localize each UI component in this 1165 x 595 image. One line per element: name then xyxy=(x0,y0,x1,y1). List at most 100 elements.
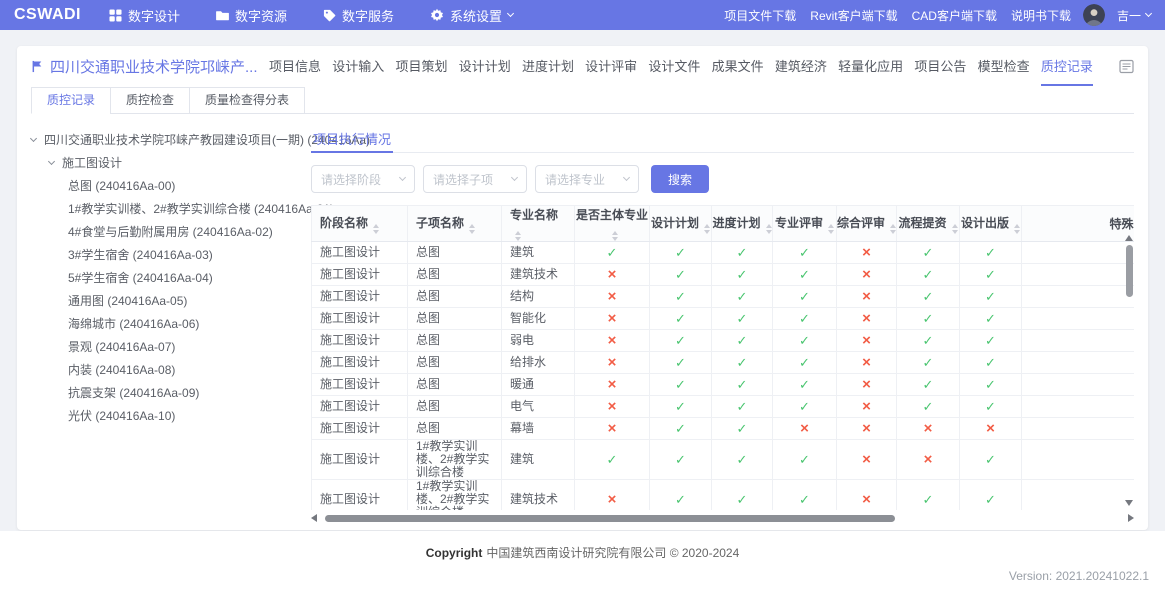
status-cell: ✓ xyxy=(897,396,960,418)
filter-select[interactable]: 请选择专业 xyxy=(535,165,639,193)
vertical-scroll-thumb[interactable] xyxy=(1126,245,1133,297)
filter-select[interactable]: 请选择子项 xyxy=(423,165,527,193)
column-header-流程提资[interactable]: 流程提资 xyxy=(897,206,960,242)
check-icon: ✓ xyxy=(799,355,810,370)
status-cell: ✓ xyxy=(650,286,712,308)
tree-node-leaf[interactable]: 5#学生宿舍 (240416Aa-04) xyxy=(31,266,311,289)
scroll-right-icon[interactable] xyxy=(1128,514,1134,522)
horizontal-scrollbar[interactable] xyxy=(311,512,1134,524)
scroll-left-icon[interactable] xyxy=(311,514,317,522)
tree-node-leaf[interactable]: 1#教学实训楼、2#教学实训综合楼 (240416Aa-01) xyxy=(31,197,311,220)
tree-node-leaf[interactable]: 内装 (240416Aa-08) xyxy=(31,358,311,381)
tab-设计文件[interactable]: 设计文件 xyxy=(648,46,700,86)
cell-major: 给排水 xyxy=(502,352,575,374)
status-cell xyxy=(1022,374,1135,396)
sort-icon[interactable] xyxy=(890,224,896,234)
user-avatar[interactable] xyxy=(1083,4,1105,26)
tree-node-stage[interactable]: 施工图设计 xyxy=(31,151,311,174)
column-header-特殊[interactable]: 特殊 xyxy=(1022,206,1135,242)
tab-轻量化应用[interactable]: 轻量化应用 xyxy=(838,46,903,86)
tree-expand-icon[interactable] xyxy=(30,134,37,141)
tab-项目策划[interactable]: 项目策划 xyxy=(395,46,447,86)
tree-node-leaf[interactable]: 通用图 (240416Aa-05) xyxy=(31,289,311,312)
column-header-进度计划[interactable]: 进度计划 xyxy=(712,206,773,242)
status-cell: ✓ xyxy=(712,352,773,374)
user-menu[interactable]: 吉一 xyxy=(1117,7,1151,24)
table-row: 施工图设计1#教学实训楼、2#教学实训综合楼建筑技术×✓✓✓×✓✓ xyxy=(312,480,1135,511)
menu-item-数字设计[interactable]: 数字设计 xyxy=(109,6,180,25)
column-header-子项名称[interactable]: 子项名称 xyxy=(408,206,502,242)
tree-node-leaf[interactable]: 海绵城市 (240416Aa-06) xyxy=(31,312,311,335)
tab-模型检查[interactable]: 模型检查 xyxy=(978,46,1030,86)
column-header-综合评审[interactable]: 综合评审 xyxy=(837,206,897,242)
link-说明书下载[interactable]: 说明书下载 xyxy=(1011,7,1071,24)
tab-项目信息[interactable]: 项目信息 xyxy=(269,46,321,86)
tree-node-leaf[interactable]: 光伏 (240416Aa-10) xyxy=(31,404,311,427)
tree-node-leaf[interactable]: 4#食堂与后勤附属用房 (240416Aa-02) xyxy=(31,220,311,243)
subtab-质控记录[interactable]: 质控记录 xyxy=(31,87,111,114)
tab-project-execution[interactable]: 项目执行情况 xyxy=(311,126,393,153)
column-header-专业名称[interactable]: 专业名称 xyxy=(502,206,575,242)
sort-icon[interactable] xyxy=(612,231,618,241)
tab-建筑经济[interactable]: 建筑经济 xyxy=(775,46,827,86)
tree-node-leaf[interactable]: 抗震支架 (240416Aa-09) xyxy=(31,381,311,404)
search-button[interactable]: 搜索 xyxy=(651,165,709,193)
column-header-设计出版[interactable]: 设计出版 xyxy=(960,206,1022,242)
tree-node-root[interactable]: 四川交通职业技术学院邛崃产教园建设项目(一期) (240416Aa) xyxy=(31,128,311,151)
column-header-设计计划[interactable]: 设计计划 xyxy=(650,206,712,242)
check-icon: ✓ xyxy=(737,245,748,260)
column-header-阶段名称[interactable]: 阶段名称 xyxy=(312,206,408,242)
status-cell: ✓ xyxy=(712,374,773,396)
table-row: 施工图设计总图电气×✓✓✓×✓✓ xyxy=(312,396,1135,418)
status-cell: ✓ xyxy=(712,308,773,330)
tab-进度计划[interactable]: 进度计划 xyxy=(522,46,574,86)
sort-asc-icon xyxy=(1014,224,1020,228)
sort-icon[interactable] xyxy=(515,231,521,241)
cell-stage: 施工图设计 xyxy=(312,286,408,308)
status-cell: ✓ xyxy=(897,352,960,374)
tab-设计评审[interactable]: 设计评审 xyxy=(585,46,637,86)
subtab-质量检查得分表[interactable]: 质量检查得分表 xyxy=(189,87,305,114)
sort-icon[interactable] xyxy=(766,224,772,234)
tree-node-leaf[interactable]: 总图 (240416Aa-00) xyxy=(31,174,311,197)
status-cell: ✓ xyxy=(960,374,1022,396)
link-项目文件下载[interactable]: 项目文件下载 xyxy=(724,7,796,24)
column-header-是否主体专业[interactable]: 是否主体专业 xyxy=(575,206,650,242)
tree-node-label: 4#食堂与后勤附属用房 (240416Aa-02) xyxy=(68,223,273,240)
sort-icon[interactable] xyxy=(952,224,958,234)
tab-设计输入[interactable]: 设计输入 xyxy=(332,46,384,86)
link-CAD客户端下载[interactable]: CAD客户端下载 xyxy=(912,7,997,24)
tab-成果文件[interactable]: 成果文件 xyxy=(712,46,764,86)
scroll-down-icon[interactable] xyxy=(1125,500,1133,506)
sort-icon[interactable] xyxy=(469,224,475,234)
sort-icon[interactable] xyxy=(373,224,379,234)
filter-select[interactable]: 请选择阶段 xyxy=(311,165,415,193)
tab-设计计划[interactable]: 设计计划 xyxy=(459,46,511,86)
tree-expand-icon[interactable] xyxy=(48,157,55,164)
menu-item-系统设置[interactable]: 系统设置 xyxy=(430,6,513,25)
scroll-up-icon[interactable] xyxy=(1125,235,1133,241)
tab-overflow-icon[interactable] xyxy=(1119,59,1134,74)
column-header-专业评审[interactable]: 专业评审 xyxy=(773,206,837,242)
execution-table: 阶段名称子项名称专业名称是否主体专业设计计划进度计划专业评审综合评审流程提资设计… xyxy=(311,205,1134,510)
select-placeholder: 请选择专业 xyxy=(545,171,605,188)
tree-node-leaf[interactable]: 3#学生宿舍 (240416Aa-03) xyxy=(31,243,311,266)
menu-item-数字资源[interactable]: 数字资源 xyxy=(216,6,287,25)
download-links: 项目文件下载 Revit客户端下载 CAD客户端下载说明书下载 xyxy=(724,7,1071,24)
cell-major: 建筑技术 xyxy=(502,480,575,511)
sort-icon[interactable] xyxy=(828,224,834,234)
tab-项目公告[interactable]: 项目公告 xyxy=(914,46,966,86)
check-icon: ✓ xyxy=(799,452,810,467)
table-row: 施工图设计总图幕墙×✓✓×××× xyxy=(312,418,1135,440)
sort-icon[interactable] xyxy=(1014,224,1020,234)
flag-icon xyxy=(31,60,44,73)
subtab-质控检查[interactable]: 质控检查 xyxy=(110,87,190,114)
link-Revit客户端下载[interactable]: Revit客户端下载 xyxy=(810,7,897,24)
tab-质控记录[interactable]: 质控记录 xyxy=(1041,46,1093,86)
tree-node-leaf[interactable]: 景观 (240416Aa-07) xyxy=(31,335,311,358)
project-tree: 四川交通职业技术学院邛崃产教园建设项目(一期) (240416Aa)施工图设计总… xyxy=(31,126,311,524)
horizontal-scroll-thumb[interactable] xyxy=(325,515,895,522)
vertical-scrollbar[interactable] xyxy=(1124,235,1134,506)
sort-icon[interactable] xyxy=(704,224,710,234)
menu-item-数字服务[interactable]: 数字服务 xyxy=(323,6,394,25)
